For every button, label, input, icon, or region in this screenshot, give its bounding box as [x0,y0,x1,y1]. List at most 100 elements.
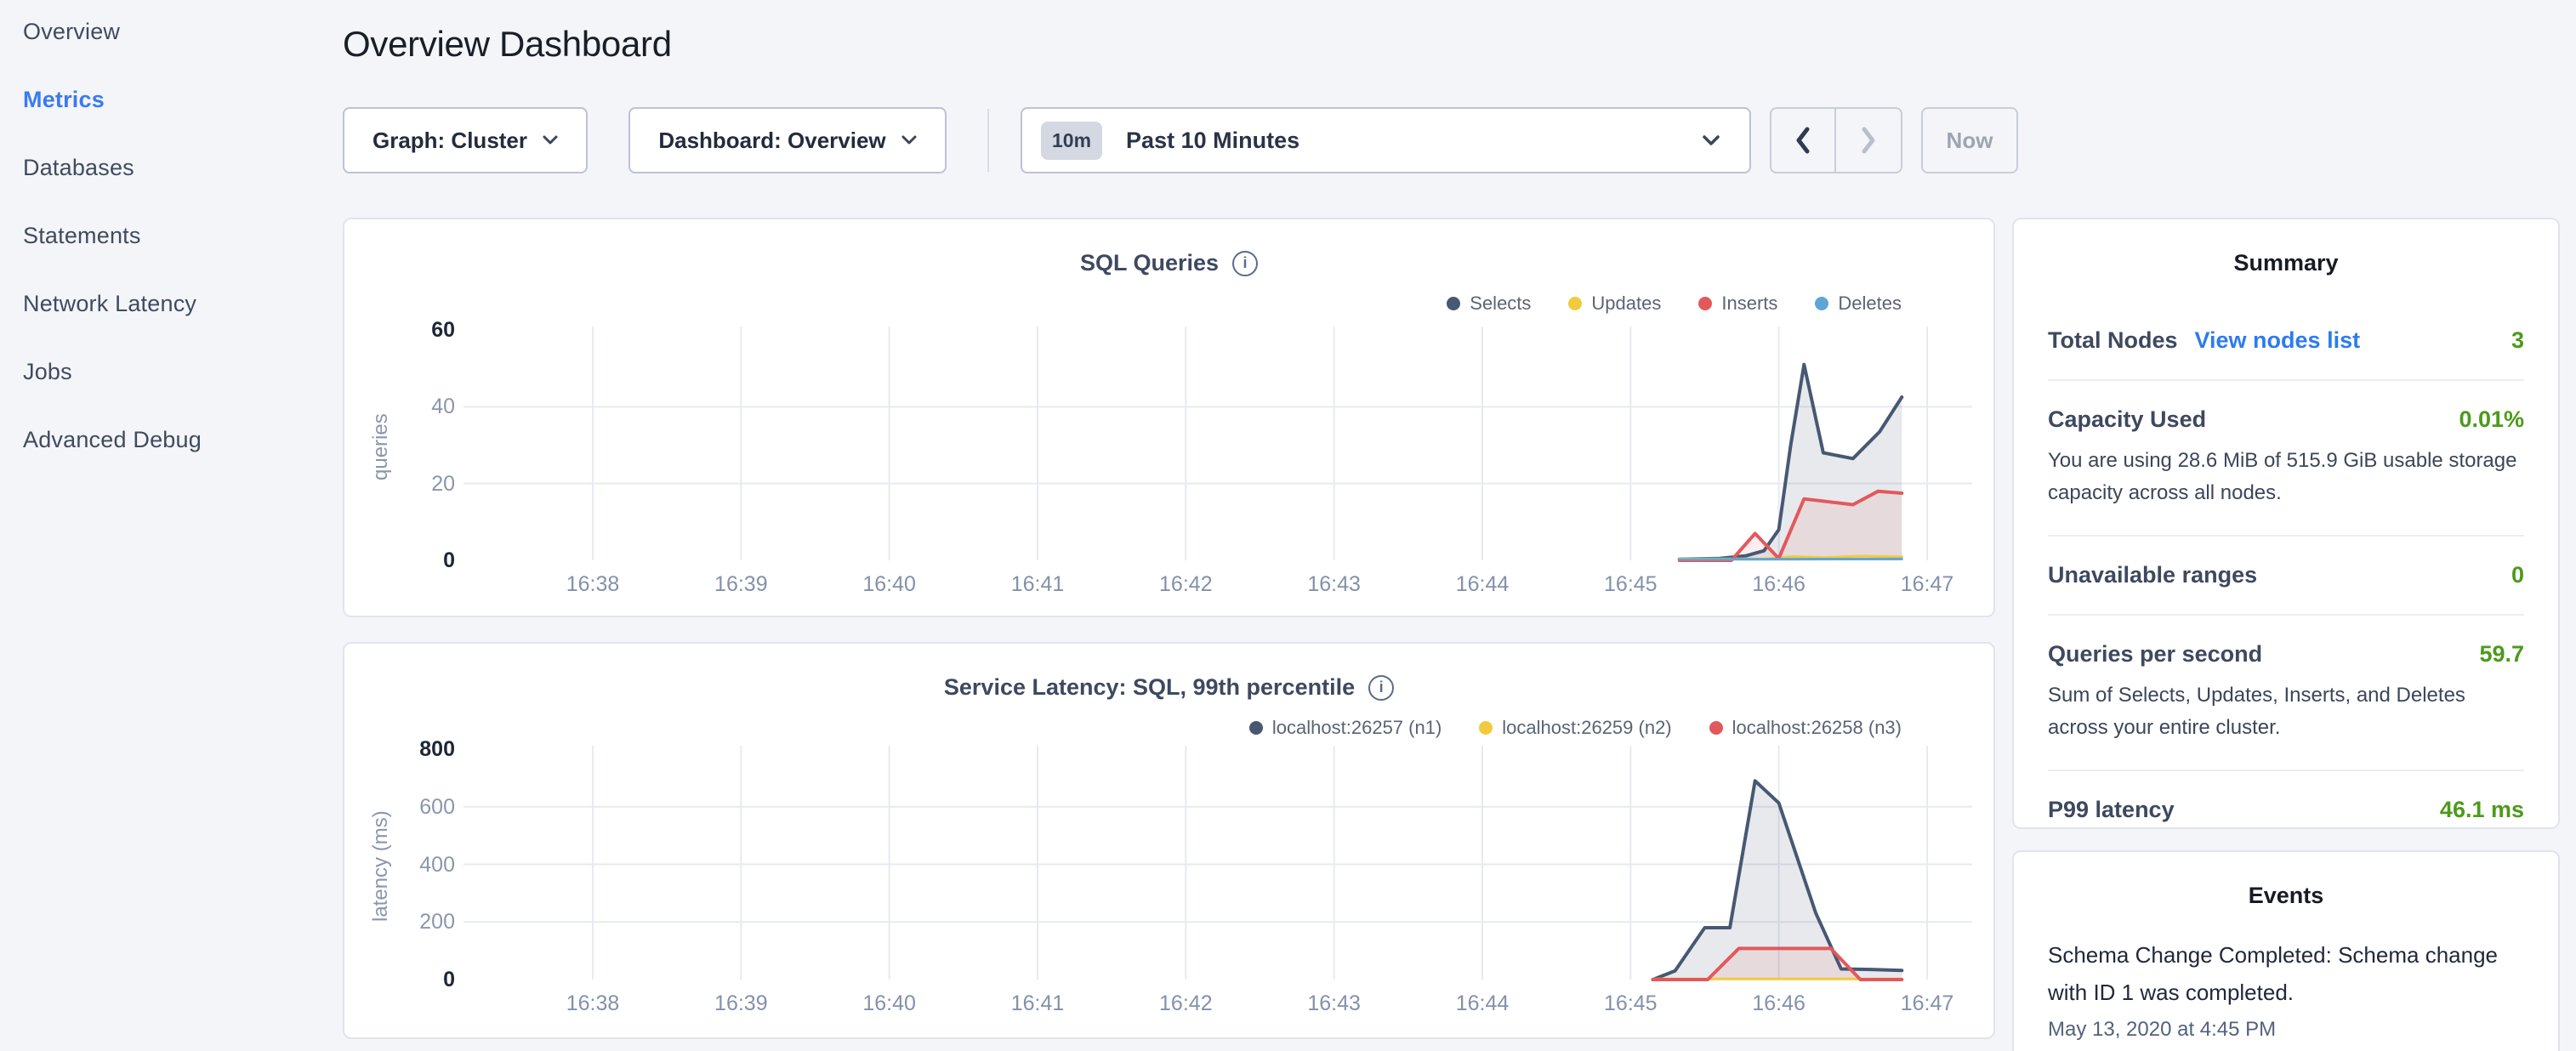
sidebar-item-metrics[interactable]: Metrics [23,85,332,114]
chart-canvas [429,739,1987,987]
legend-item[interactable]: Inserts [1698,293,1777,315]
summary-row-label: Total Nodes [2048,327,2178,354]
x-axis-tick-label: 16:46 [1728,991,1830,1016]
summary-title: Summary [2048,219,2524,276]
dashboard-dropdown-label: Dashboard: Overview [658,128,885,154]
legend-item[interactable]: Updates [1568,293,1661,315]
sidebar-item-jobs[interactable]: Jobs [23,357,332,386]
x-axis-tick-label: 16:47 [1876,991,1978,1016]
graph-dropdown-label: Graph: Cluster [372,128,527,154]
legend-item[interactable]: Selects [1447,293,1531,315]
legend-item[interactable]: localhost:26259 (n2) [1479,717,1671,739]
graph-dropdown[interactable]: Graph: Cluster [343,107,588,173]
x-axis-tick-label: 16:43 [1283,991,1385,1016]
x-axis-tick-label: 16:45 [1579,572,1681,597]
x-axis-tick-label: 16:45 [1579,991,1681,1016]
x-axis-tick-label: 16:39 [690,572,792,597]
chevron-down-icon [1702,134,1720,146]
x-axis-tick-label: 16:43 [1283,572,1385,597]
sidebar-item-advanced-debug[interactable]: Advanced Debug [23,425,332,454]
sidebar-item-overview[interactable]: Overview [23,17,332,46]
events-title: Events [2048,852,2524,909]
chevron-down-icon [901,135,917,145]
previous-timeframe-button[interactable] [1771,109,1836,172]
now-button[interactable]: Now [1921,107,2018,173]
x-axis-tick-label: 16:40 [839,991,941,1016]
x-axis-tick-label: 16:42 [1134,991,1237,1016]
summary-panel: Summary Total Nodes View nodes list 3 Ca… [2012,218,2560,829]
y-axis-tick-label: 60 [344,316,455,344]
chart-title: Service Latency: SQL, 99th percentile [944,674,1355,701]
sidebar: Overview Metrics Databases Statements Networ… [0,0,332,1051]
x-axis-tick-label: 16:40 [839,572,941,597]
summary-row-description: You are using 28.6 MiB of 515.9 GiB usab… [2048,445,2524,509]
chevron-right-icon [1858,125,1879,156]
legend-label: localhost:26259 (n2) [1502,717,1671,739]
sidebar-item-network-latency[interactable]: Network Latency [23,289,332,318]
summary-row-label: Queries per second [2048,641,2262,668]
y-axis-tick-label: 200 [344,908,455,935]
summary-row-p99-latency: P99 latency 46.1 ms [2048,770,2524,849]
dashboard-dropdown[interactable]: Dashboard: Overview [628,107,947,173]
y-axis-tick-label: 600 [344,793,455,821]
event-message: Schema Change Completed: Schema change w… [2048,936,2524,1011]
summary-row-label: Unavailable ranges [2048,562,2257,588]
controls-divider [987,109,989,172]
legend-label: localhost:26258 (n3) [1732,717,1902,739]
controls-row: Graph: Cluster Dashboard: Overview 10m P… [343,107,1995,173]
event-item[interactable]: Schema Change Completed: Schema change w… [2048,936,2524,1042]
x-axis-tick-label: 16:39 [690,991,792,1016]
x-axis-tick-label: 16:44 [1431,572,1533,597]
chart-legend: Selects Updates Inserts Deletes [1447,293,1902,315]
chart-legend: localhost:26257 (n1) localhost:26259 (n2)… [1249,717,1902,739]
legend-label: Selects [1470,293,1531,315]
page-title: Overview Dashboard [343,24,672,65]
legend-dot-icon [1479,721,1493,735]
next-timeframe-button[interactable] [1836,109,1901,172]
info-icon[interactable]: i [1368,675,1394,701]
sidebar-nav: Overview Metrics Databases Statements Networ… [23,17,332,454]
legend-dot-icon [1447,297,1460,310]
y-axis-tick-label: 40 [344,393,455,420]
x-axis-tick-label: 16:38 [542,572,644,597]
summary-row-label: P99 latency [2048,797,2175,823]
sidebar-item-databases[interactable]: Databases [23,153,332,182]
x-axis-tick-label: 16:46 [1728,572,1830,597]
y-axis-tick-label: 400 [344,851,455,878]
time-range-badge: 10m [1041,122,1102,160]
legend-label: localhost:26257 (n1) [1272,717,1442,739]
chart-header: Service Latency: SQL, 99th percentile i [344,674,1993,701]
summary-row-label: Capacity Used [2048,406,2206,433]
legend-label: Inserts [1721,293,1777,315]
summary-row-value: 46.1 ms [2440,797,2524,823]
x-axis-tick-label: 16:42 [1134,572,1237,597]
info-icon[interactable]: i [1232,251,1258,276]
x-axis-tick-label: 16:38 [542,991,644,1016]
time-nav-buttons [1770,107,1902,173]
sql-queries-chart-panel: SQL Queries i SelectsUpdatesInsertsDelet… [343,218,1995,617]
time-range-dropdown[interactable]: 10m Past 10 Minutes [1021,107,1751,173]
sidebar-item-statements[interactable]: Statements [23,221,332,250]
chevron-left-icon [1793,125,1813,156]
summary-row-value: 0 [2511,562,2524,588]
summary-row-unavailable-ranges: Unavailable ranges 0 [2048,535,2524,614]
view-nodes-list-link[interactable]: View nodes list [2195,327,2361,354]
legend-label: Updates [1591,293,1661,315]
x-axis-tick-label: 16:47 [1876,572,1978,597]
event-timestamp: May 13, 2020 at 4:45 PM [2048,1018,2524,1042]
y-axis-tick-label: 20 [344,470,455,497]
legend-dot-icon [1698,297,1712,310]
summary-row-description: Sum of Selects, Updates, Inserts, and De… [2048,679,2524,744]
y-axis-unit-label: queries [367,362,395,532]
x-axis-tick-label: 16:41 [987,991,1089,1016]
summary-row-value: 3 [2511,327,2524,354]
legend-dot-icon [1568,297,1582,310]
legend-item[interactable]: localhost:26257 (n1) [1249,717,1442,739]
legend-dot-icon [1249,721,1263,735]
legend-item[interactable]: localhost:26258 (n3) [1709,717,1902,739]
legend-item[interactable]: Deletes [1815,293,1902,315]
summary-row-queries-per-second: Queries per second 59.7 Sum of Selects, … [2048,614,2524,770]
summary-row-total-nodes: Total Nodes View nodes list 3 [2048,302,2524,379]
time-range-label: Past 10 Minutes [1126,128,1299,154]
legend-dot-icon [1709,721,1723,735]
